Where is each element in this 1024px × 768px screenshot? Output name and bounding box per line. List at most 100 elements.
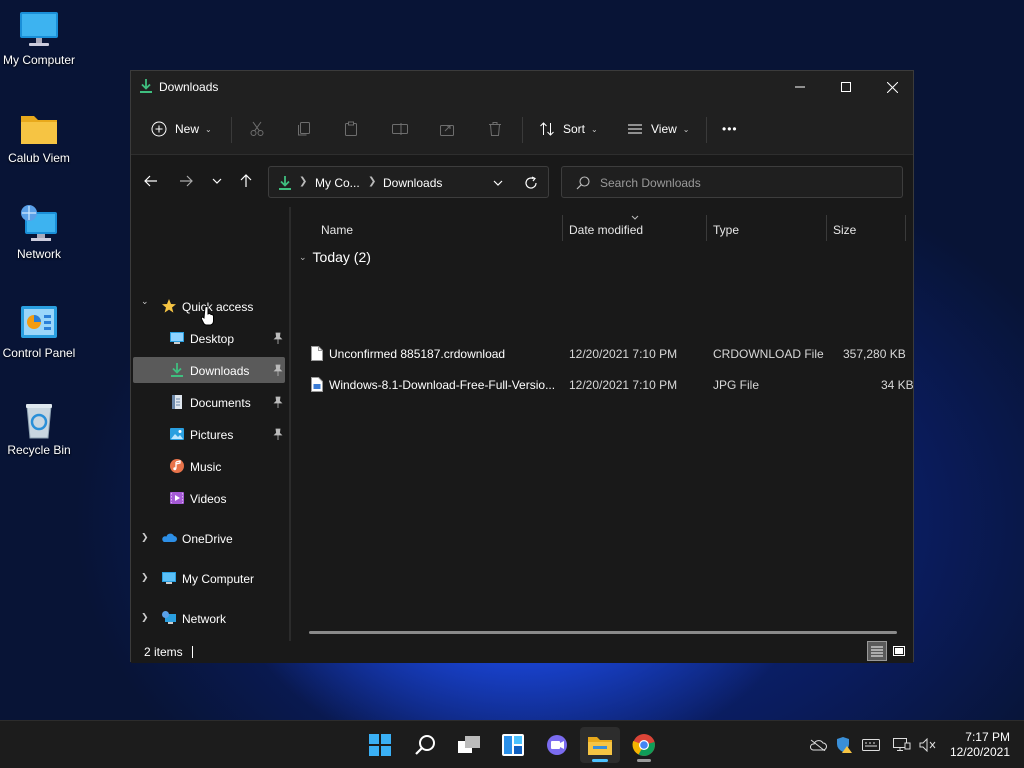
chrome-button[interactable] — [624, 727, 664, 763]
column-header-type[interactable]: Type — [713, 223, 739, 237]
search-box[interactable] — [561, 166, 903, 198]
search-icon — [576, 176, 590, 190]
start-button[interactable] — [360, 727, 400, 763]
nav-label: Quick access — [182, 300, 254, 314]
rename-icon — [392, 123, 408, 135]
chevron-down-icon — [212, 178, 222, 184]
clipboard-icon — [345, 121, 357, 136]
column-divider[interactable] — [826, 215, 827, 241]
sidebar-item-label: Documents — [190, 396, 251, 410]
paste-button[interactable] — [343, 116, 359, 142]
sidebar-item-desktop[interactable]: Desktop — [133, 325, 285, 351]
sidebar-item-downloads[interactable]: Downloads — [133, 357, 285, 383]
group-header-today[interactable]: ⌄ Today (2) — [299, 249, 371, 265]
network-tray-icon[interactable] — [892, 735, 912, 755]
recent-locations-button[interactable] — [205, 169, 229, 193]
column-header-name[interactable]: Name — [321, 223, 353, 237]
column-divider[interactable] — [905, 215, 906, 241]
desktop-icon — [170, 332, 184, 344]
monitor-network-icon — [893, 738, 911, 751]
music-icon — [170, 459, 184, 473]
close-button[interactable] — [869, 71, 915, 103]
up-button[interactable] — [234, 169, 258, 193]
horizontal-scrollbar[interactable] — [309, 631, 897, 634]
keyboard-tray-icon[interactable] — [861, 735, 881, 755]
onedrive-tray-icon[interactable] — [808, 735, 828, 755]
title-bar[interactable]: Downloads — [131, 71, 913, 103]
search-taskbar-button[interactable] — [405, 727, 445, 763]
desktop-icon-label: Calub Viem — [8, 151, 70, 165]
new-button[interactable]: New ⌄ — [151, 116, 212, 142]
item-count: 2 items — [144, 645, 183, 659]
desktop-icon-calub-viem[interactable]: Calub Viem — [0, 108, 78, 165]
back-button[interactable] — [139, 169, 163, 193]
chevron-right-icon[interactable]: ❯ — [141, 532, 149, 543]
sidebar-item-videos[interactable]: Videos — [133, 485, 285, 511]
file-explorer-taskbar-button[interactable] — [580, 727, 620, 763]
desktop-icon-control-panel[interactable]: Control Panel — [0, 303, 78, 360]
pin-icon[interactable] — [273, 364, 283, 376]
breadcrumb-downloads[interactable]: Downloads — [383, 176, 442, 190]
refresh-icon[interactable] — [524, 176, 538, 190]
task-view-button[interactable] — [449, 727, 489, 763]
chevron-down-icon: ⌄ — [591, 124, 598, 134]
table-row[interactable]: Windows-8.1-Download-Free-Full-Versio...… — [291, 370, 914, 398]
sidebar-item-label: OneDrive — [182, 532, 233, 546]
more-options-button[interactable]: ••• — [722, 116, 738, 142]
more-icon: ••• — [722, 122, 738, 136]
sidebar-item-label: Desktop — [190, 332, 235, 346]
breadcrumb-my-computer[interactable]: My Co... — [315, 176, 360, 190]
maximize-button[interactable] — [823, 71, 869, 103]
pin-icon[interactable] — [273, 332, 283, 344]
chat-button[interactable] — [537, 727, 577, 763]
minimize-button[interactable] — [777, 71, 823, 103]
table-row[interactable]: Unconfirmed 885187.crdownload 12/20/2021… — [291, 339, 913, 367]
details-view-button[interactable] — [867, 641, 887, 661]
star-icon — [162, 299, 176, 313]
pin-icon[interactable] — [273, 428, 283, 440]
chevron-down-icon: ⌄ — [299, 251, 307, 262]
search-input[interactable] — [600, 174, 890, 192]
command-separator — [706, 117, 707, 143]
desktop-icon-network[interactable]: Network — [0, 204, 78, 261]
sidebar-item-my-computer[interactable]: ❯ My Computer — [133, 565, 285, 591]
widgets-icon — [502, 734, 524, 756]
chevron-right-icon[interactable]: ❯ — [141, 572, 149, 583]
chevron-right-icon[interactable]: ❯ — [141, 612, 149, 623]
address-dropdown-icon[interactable] — [493, 180, 503, 186]
documents-icon — [172, 395, 182, 409]
minimize-icon — [795, 86, 805, 88]
forward-button[interactable] — [174, 169, 198, 193]
share-button[interactable] — [439, 116, 455, 142]
sort-button[interactable]: Sort ⌄ — [539, 116, 598, 142]
copy-button[interactable] — [296, 116, 312, 142]
sort-indicator-icon — [631, 215, 639, 220]
tiles-view-button[interactable] — [889, 641, 909, 661]
sidebar-item-onedrive[interactable]: ❯ OneDrive — [133, 525, 285, 551]
widgets-button[interactable] — [493, 727, 533, 763]
address-bar[interactable]: ❯ My Co... ❯ Downloads — [268, 166, 549, 198]
pin-icon[interactable] — [273, 396, 283, 408]
security-tray-icon[interactable] — [834, 735, 854, 755]
rename-button[interactable] — [391, 116, 409, 142]
view-button[interactable]: View ⌄ — [627, 116, 690, 142]
computer-icon — [20, 12, 58, 46]
system-clock[interactable]: 7:17 PM 12/20/2021 — [946, 730, 1010, 760]
cut-button[interactable] — [249, 116, 265, 142]
desktop-icon-recycle-bin[interactable]: Recycle Bin — [0, 400, 78, 457]
delete-button[interactable] — [487, 116, 503, 142]
sidebar-item-network[interactable]: ❯ Network — [133, 605, 285, 631]
column-header-size[interactable]: Size — [833, 223, 856, 237]
column-header-date-modified[interactable]: Date modified — [569, 223, 643, 237]
desktop-icon-my-computer[interactable]: My Computer — [0, 10, 78, 67]
column-divider[interactable] — [562, 215, 563, 241]
sidebar-item-music[interactable]: Music — [133, 453, 285, 479]
control-panel-icon — [21, 306, 57, 338]
volume-tray-icon[interactable] — [918, 735, 938, 755]
sidebar-item-pictures[interactable]: Pictures — [133, 421, 285, 447]
file-name: Unconfirmed 885187.crdownload — [329, 347, 506, 361]
sidebar-item-documents[interactable]: Documents — [133, 389, 285, 415]
command-separator — [231, 117, 232, 143]
column-divider[interactable] — [706, 215, 707, 241]
chevron-down-icon[interactable]: ⌄ — [141, 296, 149, 307]
